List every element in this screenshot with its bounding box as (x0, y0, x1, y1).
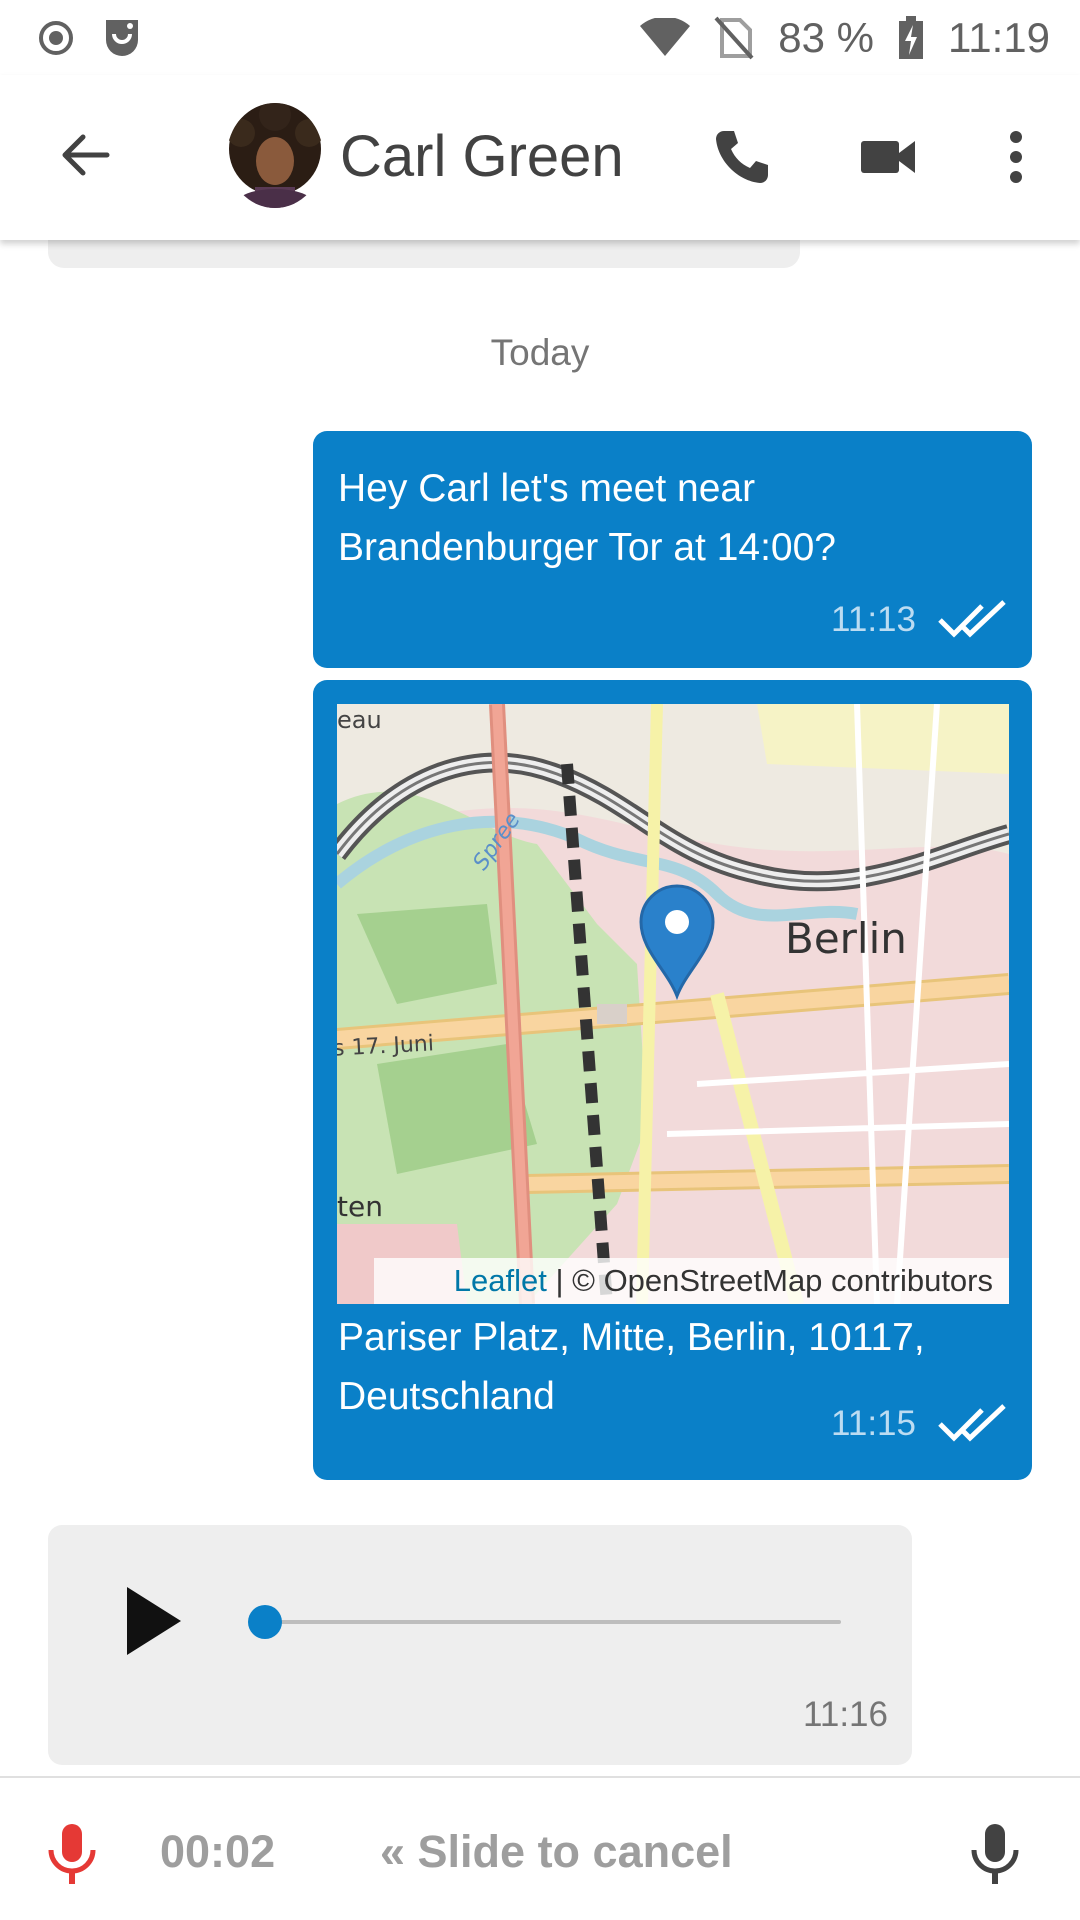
map-pin-icon (639, 884, 715, 1000)
message-time: 11:16 (803, 1695, 888, 1734)
audio-seekbar[interactable] (263, 1620, 841, 1624)
outgoing-message-bubble[interactable]: Hey Carl let's meet near Brandenburger T… (313, 431, 1032, 668)
previous-message-bubble (48, 240, 800, 268)
no-sim-icon (714, 16, 754, 59)
map-tiles (337, 704, 1009, 1304)
status-bar: 83 % 11:19 (0, 0, 1080, 75)
map-label: ten (337, 1190, 383, 1223)
recording-bar: 00:02 « Slide to cancel (0, 1776, 1080, 1920)
conversation-toolbar: Carl Green (0, 75, 1080, 240)
osm-attribution: | © OpenStreetMap contributors (555, 1263, 993, 1298)
map-label-street: s 17. Juni (337, 1031, 435, 1062)
incoming-voice-message: 11:16 (48, 1525, 912, 1765)
recording-timer: 00:02 (160, 1826, 276, 1877)
double-check-icon (938, 1404, 1006, 1442)
message-time: 11:15 (831, 1404, 916, 1443)
audio-seek-thumb[interactable] (248, 1605, 282, 1639)
map-label: eau (337, 706, 382, 734)
date-separator: Today (490, 332, 590, 373)
outgoing-location-bubble[interactable]: eau Spree Berlin s 17. Juni ten Leaflet … (313, 680, 1032, 1480)
message-list[interactable]: Today Hey Carl let's meet near Brandenbu… (0, 240, 1080, 1776)
message-meta: 11:13 (831, 600, 1008, 640)
notification-app-icon (106, 19, 138, 56)
double-check-icon (938, 600, 1006, 638)
message-meta: 11:15 (831, 1404, 1008, 1444)
message-text: Hey Carl let's meet near Brandenburger T… (338, 467, 836, 569)
battery-percent: 83 % (778, 13, 874, 61)
video-call-icon[interactable] (857, 125, 921, 189)
map-attribution: Leaflet | © OpenStreetMap contributors (373, 1258, 1009, 1304)
mic-icon[interactable] (968, 1822, 1022, 1886)
map-label-city: Berlin (785, 914, 907, 963)
recording-mic-icon (48, 1824, 96, 1884)
play-icon[interactable] (123, 1585, 183, 1657)
phone-icon[interactable] (710, 125, 774, 189)
battery-charging-icon (899, 15, 923, 59)
wifi-icon (640, 17, 691, 56)
message-time: 11:13 (831, 600, 916, 639)
slide-to-cancel-hint[interactable]: « Slide to cancel (380, 1826, 733, 1878)
clock: 11:19 (948, 13, 1050, 61)
more-options-icon[interactable] (996, 125, 1036, 189)
back-arrow-icon[interactable] (55, 125, 115, 185)
contact-avatar[interactable] (227, 103, 323, 208)
contact-name[interactable]: Carl Green (340, 123, 624, 190)
leaflet-link[interactable]: Leaflet (454, 1263, 547, 1298)
record-indicator-icon (39, 20, 73, 55)
location-map[interactable]: eau Spree Berlin s 17. Juni ten Leaflet … (337, 704, 1009, 1304)
